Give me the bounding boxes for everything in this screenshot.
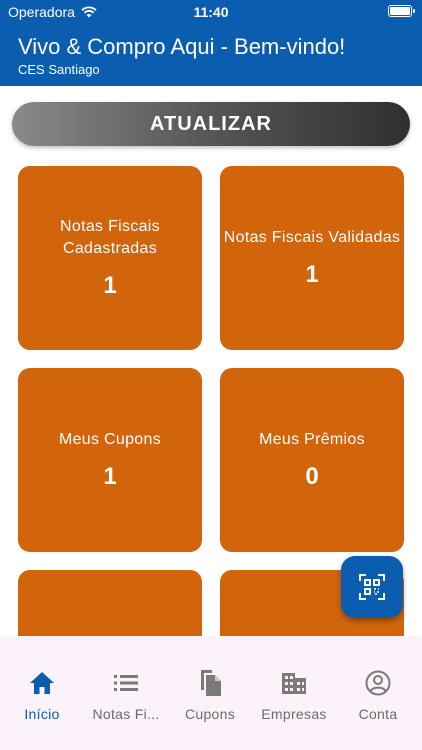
battery-icon bbox=[388, 5, 415, 17]
card-label: Notas Fiscais Validadas bbox=[223, 229, 401, 246]
scan-qr-button[interactable] bbox=[341, 556, 403, 618]
tab-home[interactable]: Início bbox=[0, 636, 84, 736]
copy-icon bbox=[201, 670, 221, 696]
account-icon bbox=[365, 670, 391, 696]
card-validated-invoices[interactable]: Notas Fiscais Validadas 1 bbox=[220, 166, 404, 350]
tab-companies[interactable]: Empresas bbox=[252, 636, 336, 736]
qr-scan-icon bbox=[359, 574, 385, 600]
status-bar: Operadora 11:40 bbox=[0, 0, 422, 24]
tab-label: Empresas bbox=[261, 706, 327, 722]
refresh-button[interactable]: ATUALIZAR bbox=[12, 102, 410, 146]
card-my-coupons[interactable]: Meus Cupons 1 bbox=[18, 368, 202, 552]
tab-label: Início bbox=[24, 706, 60, 722]
card-value: 1 bbox=[103, 463, 117, 490]
card-label: Meus Cupons bbox=[58, 431, 162, 448]
list-icon bbox=[114, 675, 138, 691]
card-registered-invoices[interactable]: Notas Fiscais Cadastradas 1 bbox=[18, 166, 202, 350]
tab-coupons[interactable]: Cupons bbox=[168, 636, 252, 736]
building-icon bbox=[282, 673, 306, 694]
card-value: 1 bbox=[305, 261, 319, 288]
bottom-tab-bar: Início Notas Fi... Cupons Empresas Conta bbox=[0, 636, 422, 750]
page-title: Vivo & Compro Aqui - Bem-vindo! bbox=[18, 34, 346, 59]
card-label: Notas Fiscais Cadastradas bbox=[60, 218, 160, 257]
clock: 11:40 bbox=[193, 4, 229, 20]
tab-label: Cupons bbox=[184, 706, 236, 722]
card-value: 1 bbox=[103, 272, 117, 299]
page-subtitle: CES Santiago bbox=[18, 62, 100, 77]
card-my-prizes[interactable]: Meus Prêmios 0 bbox=[220, 368, 404, 552]
home-icon bbox=[30, 672, 54, 694]
tab-invoices[interactable]: Notas Fi... bbox=[84, 636, 168, 736]
tab-label: Notas Fi... bbox=[92, 706, 160, 722]
app-header: Operadora 11:40 Vivo & Compro Aqui - Bem… bbox=[0, 0, 422, 86]
card-value: 0 bbox=[305, 463, 319, 490]
card-label: Meus Prêmios bbox=[259, 431, 365, 448]
tab-account[interactable]: Conta bbox=[336, 636, 420, 736]
tab-label: Conta bbox=[358, 706, 398, 722]
